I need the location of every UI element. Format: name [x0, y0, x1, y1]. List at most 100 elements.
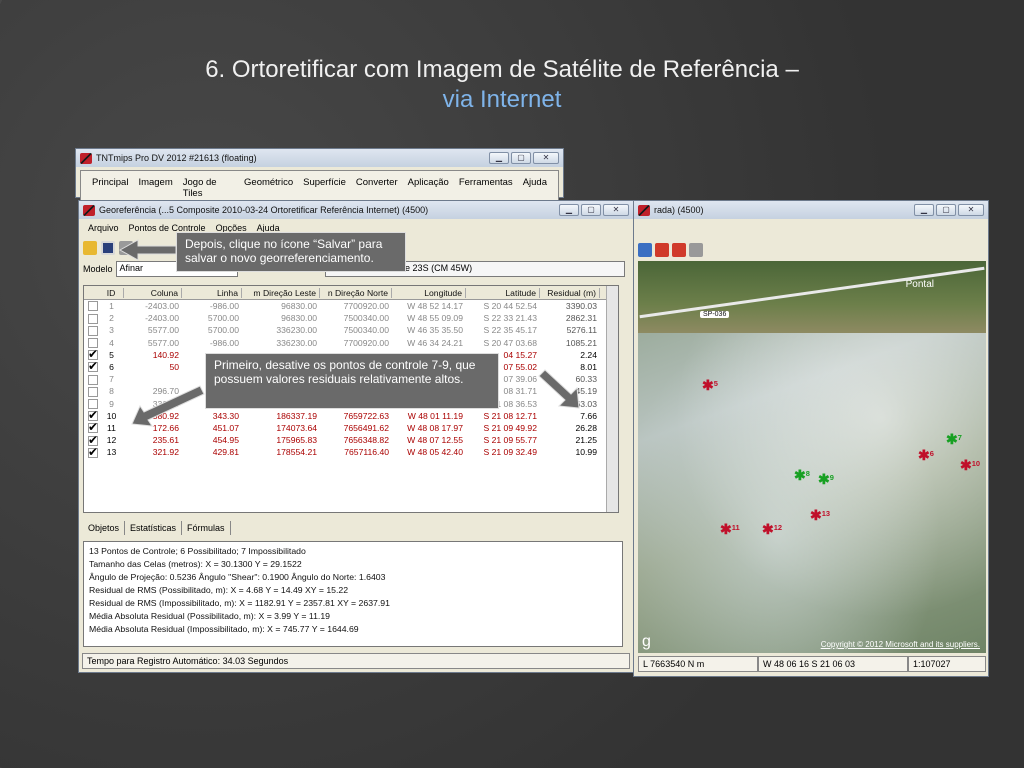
save-icon[interactable]	[101, 241, 115, 255]
map-control-point[interactable]: ✱13	[810, 508, 830, 522]
maximize-button[interactable]: ▢	[511, 152, 531, 164]
close-button[interactable]: ✕	[958, 204, 984, 216]
add-point-icon[interactable]	[672, 243, 686, 257]
table-row[interactable]: 12 235.61 454.95 175965.83 7656348.82 W 48 07…	[84, 434, 618, 446]
table-row[interactable]: 2 -2403.00 5700.00 96830.00 7500340.00 W 48 5…	[84, 312, 618, 324]
header-residual[interactable]: Residual (m)	[540, 287, 600, 298]
slide-subtitle: via Internet	[442, 86, 562, 113]
checkbox-icon[interactable]	[88, 398, 98, 409]
map-control-point[interactable]: ✱8	[794, 468, 810, 482]
header-latitude[interactable]: Latitude	[466, 287, 540, 298]
map-copyright[interactable]: Copyright © 2012 Microsoft and its suppl…	[821, 640, 980, 649]
cell-lat: S 22 35 45.17	[483, 325, 537, 336]
pointer-icon[interactable]	[655, 243, 669, 257]
tnt-menu-item[interactable]: Jogo de Tiles	[178, 175, 239, 201]
cell-lon: W 46 34 24.21	[407, 337, 463, 348]
minimize-button[interactable]: ▁	[559, 204, 579, 216]
tnt-menu-item[interactable]: Imagem	[133, 175, 177, 201]
cell-ln: 7659722.63	[343, 410, 389, 421]
tnt-menu-item[interactable]: Converter	[351, 175, 403, 201]
checkbox-icon[interactable]	[88, 423, 98, 434]
map-control-point[interactable]: ✱11	[720, 522, 740, 536]
cell-lin: 429.81	[212, 447, 239, 458]
map-control-point[interactable]: ✱10	[960, 458, 981, 472]
cell-id: 7	[109, 374, 114, 385]
map-status-coords: W 48 06 16 S 21 06 03	[758, 656, 908, 672]
table-scrollbar[interactable]	[606, 286, 618, 512]
map-control-point[interactable]: ✱9	[818, 472, 834, 486]
minimize-button[interactable]: ▁	[489, 152, 509, 164]
cell-col: 140.92	[152, 349, 179, 360]
map-app-icon	[638, 204, 650, 216]
open-folder-icon[interactable]	[83, 241, 97, 255]
checkbox-icon[interactable]	[88, 313, 98, 324]
geo-menu-item[interactable]: Arquivo	[83, 221, 124, 235]
row-checkbox[interactable]	[84, 435, 102, 446]
map-control-point[interactable]: ✱7	[946, 432, 962, 446]
map-titlebar[interactable]: rada) (4500) ▁ ▢ ✕	[634, 201, 988, 219]
checkbox-icon[interactable]	[88, 338, 98, 349]
row-checkbox[interactable]	[84, 410, 102, 422]
checkbox-icon[interactable]	[88, 362, 98, 373]
tnt-menu-item[interactable]: Ajuda	[518, 175, 552, 201]
row-checkbox[interactable]	[84, 301, 102, 312]
table-row[interactable]: 13 321.92 429.81 178554.21 7657116.40 W 48 05…	[84, 446, 618, 458]
maximize-button[interactable]: ▢	[581, 204, 601, 216]
satellite-map[interactable]: SP-036 Pontal ✱5 ✱6 ✱7 ✱10 ✱8 ✱9 ✱13 ✱11 ✱12 Cop…	[638, 261, 986, 653]
checkbox-icon[interactable]	[88, 435, 98, 446]
row-checkbox[interactable]	[84, 374, 102, 385]
header-leste[interactable]: m Direção Leste	[242, 287, 320, 298]
map-control-point[interactable]: ✱6	[918, 448, 934, 462]
marker-label: 10	[971, 459, 981, 468]
table-row[interactable]: 3 5577.00 5700.00 336230.00 7500340.00 W 46 3…	[84, 324, 618, 336]
header-coluna[interactable]: Coluna	[124, 287, 182, 298]
cell-col: 235.61	[152, 435, 179, 446]
tnt-menu-item[interactable]: Superfície	[298, 175, 351, 201]
checkbox-icon[interactable]	[88, 325, 98, 336]
marker-label: 7	[957, 433, 962, 442]
tnt-menu-item[interactable]: Geométrico	[239, 175, 298, 201]
row-checkbox[interactable]	[84, 362, 102, 373]
tab-objetos[interactable]: Objetos	[83, 521, 126, 535]
row-checkbox[interactable]	[84, 447, 102, 458]
tab-estatisticas[interactable]: Estatísticas	[125, 521, 183, 535]
table-row[interactable]: 4 5577.00 -986.00 336230.00 7700920.00 W 46 3…	[84, 337, 618, 349]
tab-formulas[interactable]: Fórmulas	[182, 521, 231, 535]
tntmips-titlebar[interactable]: TNTmips Pro DV 2012 #21613 (floating) ▁ …	[76, 149, 563, 167]
checkbox-icon[interactable]	[88, 301, 98, 312]
row-checkbox[interactable]	[84, 313, 102, 324]
row-checkbox[interactable]	[84, 423, 102, 434]
tnt-menu-item[interactable]: Ferramentas	[454, 175, 518, 201]
table-row[interactable]: 1 -2403.00 -986.00 96830.00 7700920.00 W 48 5…	[84, 300, 618, 312]
cell-ln: 7656491.62	[343, 422, 389, 433]
checkbox-icon[interactable]	[88, 410, 98, 422]
close-button[interactable]: ✕	[533, 152, 559, 164]
map-control-point[interactable]: ✱12	[762, 522, 782, 536]
geo-titlebar[interactable]: Georeferência (...5 Composite 2010-03-24…	[79, 201, 633, 219]
checkbox-icon[interactable]	[88, 447, 98, 458]
checkbox-icon[interactable]	[88, 374, 98, 385]
row-checkbox[interactable]	[84, 337, 102, 349]
header-linha[interactable]: Linha	[182, 287, 242, 298]
header-longitude[interactable]: Longitude	[392, 287, 466, 298]
cell-le: 336230.00	[276, 337, 317, 348]
maximize-button[interactable]: ▢	[936, 204, 956, 216]
checkbox-icon[interactable]	[88, 386, 98, 397]
zoom-icon[interactable]	[638, 243, 652, 257]
header-id[interactable]: ID	[102, 287, 124, 298]
cell-lon: W 48 07 12.55	[407, 435, 463, 446]
tnt-menu-item[interactable]: Aplicação	[403, 175, 454, 201]
cell-id: 6	[109, 362, 114, 373]
checkbox-icon[interactable]	[88, 349, 98, 361]
row-checkbox[interactable]	[84, 349, 102, 361]
close-button[interactable]: ✕	[603, 204, 629, 216]
tnt-menu-item[interactable]: Principal	[87, 175, 133, 201]
cell-lat: S 20 44 52.54	[483, 301, 537, 312]
header-norte[interactable]: n Direção Norte	[320, 287, 392, 298]
row-checkbox[interactable]	[84, 325, 102, 336]
map-control-point[interactable]: ✱5	[702, 378, 718, 392]
pan-icon[interactable]	[689, 243, 703, 257]
row-checkbox[interactable]	[84, 398, 102, 409]
minimize-button[interactable]: ▁	[914, 204, 934, 216]
row-checkbox[interactable]	[84, 386, 102, 397]
